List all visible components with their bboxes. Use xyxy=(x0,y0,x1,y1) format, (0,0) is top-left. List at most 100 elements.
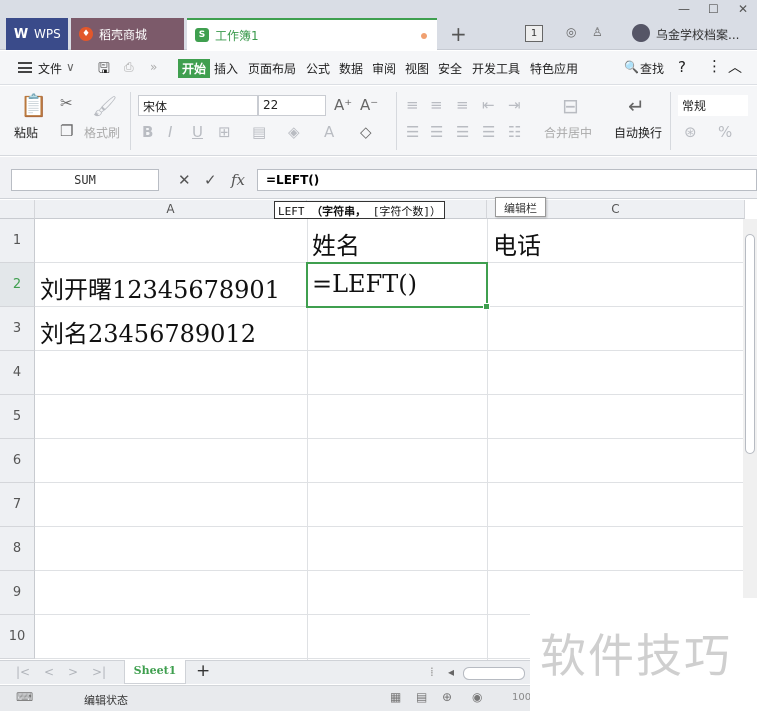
wrap-text-button[interactable]: 自动换行 xyxy=(614,124,662,141)
cancel-icon[interactable]: ✕ xyxy=(178,171,191,189)
row-header-8[interactable]: 8 xyxy=(0,527,35,571)
next-sheet-icon[interactable]: > xyxy=(68,665,78,679)
scroll-left-icon[interactable]: ◂ xyxy=(448,665,454,679)
collapse-ribbon-icon[interactable]: ︿ xyxy=(728,57,742,77)
menu-data[interactable]: 数据 xyxy=(339,60,363,77)
menu-review[interactable]: 审阅 xyxy=(372,60,396,77)
paste-button[interactable]: 粘贴 xyxy=(14,124,38,141)
hamburger-menu-icon[interactable] xyxy=(18,62,32,73)
menu-security[interactable]: 安全 xyxy=(438,60,462,77)
bold-icon[interactable]: B xyxy=(142,123,153,141)
menu-insert[interactable]: 插入 xyxy=(214,60,238,77)
indent-increase-icon[interactable]: ⇥ xyxy=(508,96,521,114)
font-size-select[interactable]: 22 xyxy=(258,95,326,116)
search-icon[interactable]: 🔍 xyxy=(624,60,639,74)
currency-icon[interactable]: ⊛ xyxy=(684,123,697,141)
name-box[interactable]: SUM xyxy=(11,169,159,191)
window-count-badge[interactable]: 1 xyxy=(525,25,543,42)
skin-icon[interactable]: ♙ xyxy=(592,25,603,39)
merge-cells-icon[interactable]: ⊟ xyxy=(562,94,579,118)
reading-mode-icon[interactable]: ⊕ xyxy=(442,690,452,704)
menu-formulas[interactable]: 公式 xyxy=(306,60,330,77)
normal-view-icon[interactable]: ▦ xyxy=(390,690,401,704)
shape-style-icon[interactable]: ▤ xyxy=(252,123,266,141)
row-header-4[interactable]: 4 xyxy=(0,351,35,395)
distribute-icon[interactable]: ☷ xyxy=(508,123,521,141)
cell-a3[interactable]: 刘名23456789012 xyxy=(40,314,256,349)
confirm-icon[interactable]: ✓ xyxy=(204,171,217,189)
underline-icon[interactable]: U xyxy=(192,123,203,141)
clear-icon[interactable]: ◇ xyxy=(360,123,372,141)
cell-c1[interactable]: 电话 xyxy=(493,226,541,261)
eye-protection-icon[interactable]: ◉ xyxy=(472,690,482,704)
select-all-corner[interactable] xyxy=(0,200,35,219)
menu-special[interactable]: 特色应用 xyxy=(530,60,578,77)
formula-input[interactable]: =LEFT() xyxy=(257,169,757,191)
page-break-view-icon[interactable]: ▤ xyxy=(416,690,427,704)
percent-button[interactable]: % xyxy=(718,123,732,141)
align-right-icon[interactable]: ☰ xyxy=(456,123,469,141)
row-header-9[interactable]: 9 xyxy=(0,571,35,615)
first-sheet-icon[interactable]: |< xyxy=(16,665,30,679)
horizontal-scroll-thumb[interactable] xyxy=(463,667,525,680)
menu-file[interactable]: 文件 xyxy=(38,60,62,77)
row-header-1[interactable]: 1 xyxy=(0,219,35,263)
align-left-icon[interactable]: ☰ xyxy=(406,123,419,141)
merge-center-button[interactable]: 合并居中 xyxy=(544,124,592,141)
avatar[interactable] xyxy=(632,24,650,42)
maximize-icon[interactable]: ☐ xyxy=(708,2,719,16)
cell-b1[interactable]: 姓名 xyxy=(312,226,360,261)
minimize-icon[interactable]: — xyxy=(678,2,690,16)
row-header-6[interactable]: 6 xyxy=(0,439,35,483)
vertical-scrollbar[interactable] xyxy=(743,219,757,599)
column-header-a[interactable]: A xyxy=(35,200,307,219)
chevron-down-icon[interactable]: ∨ xyxy=(66,60,75,74)
user-name[interactable]: 乌金学校档案... xyxy=(656,26,739,43)
menu-search[interactable]: 查找 xyxy=(640,60,664,77)
font-name-select[interactable]: 宋体 xyxy=(138,95,258,116)
sheet-tab-sheet1[interactable]: Sheet1 xyxy=(124,660,186,684)
italic-icon[interactable]: I xyxy=(168,123,172,141)
cell-a2[interactable]: 刘开曙12345678901 xyxy=(40,270,280,305)
number-format-select[interactable]: 常规 xyxy=(678,95,748,116)
format-painter-button[interactable]: 格式刷 xyxy=(84,124,120,141)
row-header-2[interactable]: 2 xyxy=(0,263,35,307)
new-tab-button[interactable]: + xyxy=(450,22,467,46)
menu-page-layout[interactable]: 页面布局 xyxy=(248,60,296,77)
split-handle-icon[interactable]: ⁞ xyxy=(430,665,434,679)
tab-workbook[interactable]: S 工作簿1 xyxy=(187,18,437,50)
macro-record-icon[interactable]: ⌨ xyxy=(16,690,33,704)
row-header-7[interactable]: 7 xyxy=(0,483,35,527)
add-sheet-button[interactable]: + xyxy=(196,661,210,681)
zoom-level[interactable]: 100 xyxy=(512,692,531,703)
help-icon[interactable]: ? xyxy=(678,58,686,76)
tab-wps-home[interactable]: W WPS xyxy=(6,18,68,50)
menu-developer[interactable]: 开发工具 xyxy=(472,60,520,77)
fill-color-icon[interactable]: ◈ xyxy=(288,123,300,141)
prev-sheet-icon[interactable]: < xyxy=(44,665,54,679)
row-header-10[interactable]: 10 xyxy=(0,615,35,659)
copy-icon[interactable]: ❐ xyxy=(60,122,73,140)
wrap-text-icon[interactable]: ↵ xyxy=(628,94,645,118)
sync-icon[interactable]: ◎ xyxy=(566,25,576,39)
align-middle-icon[interactable]: ≡ xyxy=(430,96,443,114)
cut-icon[interactable]: ✂ xyxy=(60,94,73,112)
menu-view[interactable]: 视图 xyxy=(405,60,429,77)
close-icon[interactable]: ✕ xyxy=(738,2,748,16)
align-top-icon[interactable]: ≡ xyxy=(406,96,419,114)
save-icon[interactable]: 🖫 xyxy=(98,58,110,82)
font-color-icon[interactable]: A xyxy=(324,123,334,141)
tab-docer-store[interactable]: ♦ 稻壳商城 xyxy=(71,18,184,50)
row-header-5[interactable]: 5 xyxy=(0,395,35,439)
format-painter-icon[interactable]: 🖌 xyxy=(92,94,117,118)
more-icon[interactable]: » xyxy=(150,60,157,74)
paste-icon[interactable]: 📋 xyxy=(20,94,47,119)
indent-decrease-icon[interactable]: ⇤ xyxy=(482,96,495,114)
align-bottom-icon[interactable]: ≡ xyxy=(456,96,469,114)
vertical-scroll-thumb[interactable] xyxy=(745,234,755,454)
menu-home[interactable]: 开始 xyxy=(178,59,211,78)
insert-function-icon[interactable]: fx xyxy=(231,171,245,189)
more-options-icon[interactable]: ⋮ xyxy=(707,57,722,75)
print-preview-icon[interactable]: ⎙ xyxy=(124,60,134,75)
align-center-icon[interactable]: ☰ xyxy=(430,123,443,141)
